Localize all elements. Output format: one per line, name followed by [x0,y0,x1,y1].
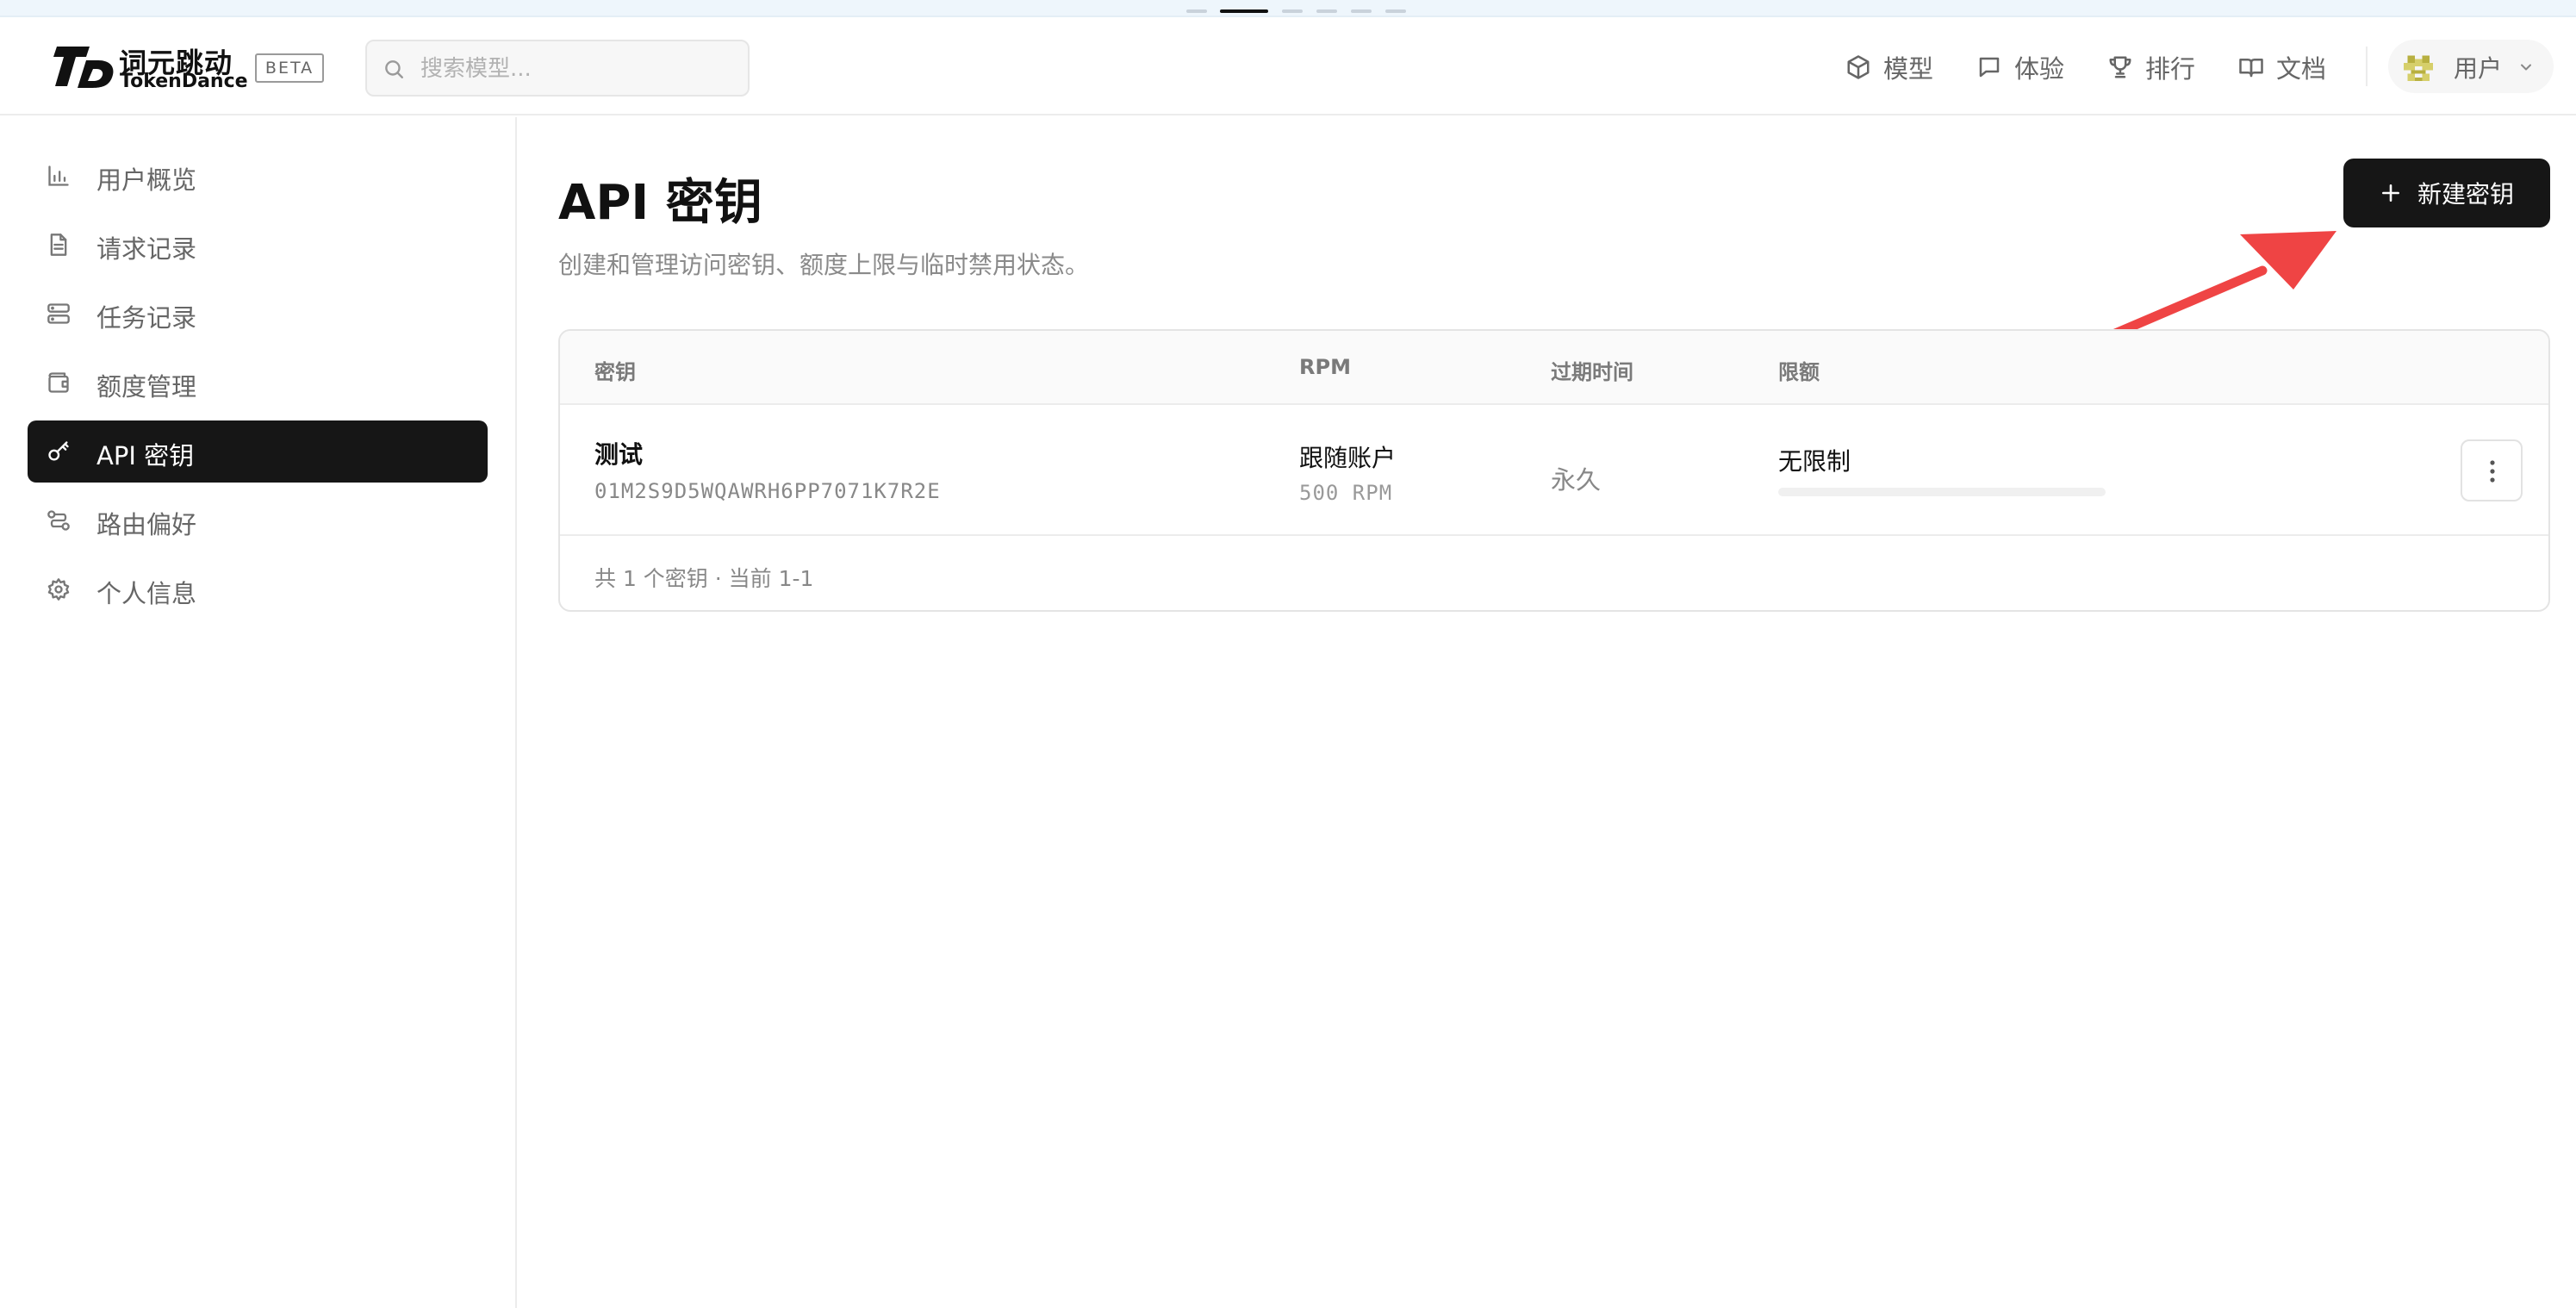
expiry-value: 永久 [1551,465,1602,495]
search-icon [385,60,403,78]
table-row[interactable]: 测试 01M2S9D5WQAWRH6PP7071K7R2E 跟随账户 500 R… [560,405,2548,536]
sidebar-item-label: 任务记录 [96,303,197,333]
page-indicator-dash[interactable] [1282,9,1303,13]
key-id: 01M2S9D5WQAWRH6PP7071K7R2E [594,479,941,503]
key-icon [48,441,69,461]
user-label: 用户 [2454,54,2503,83]
limit-value: 无限制 [1778,447,1851,476]
more-vertical-icon [2490,460,2495,483]
rpm-value: 500 RPM [1299,481,1393,505]
page-indicator-dash[interactable] [1385,9,1406,13]
browser-top-strip [0,0,2576,17]
page-indicator-dash[interactable] [1351,9,1372,13]
avatar [2404,52,2433,81]
new-key-button[interactable]: 新建密钥 [2343,159,2550,227]
sidebar-item-tasks[interactable]: 任务记录 [28,283,488,345]
table-footer-summary: 共 1 个密钥 · 当前 1-1 [594,566,814,591]
wallet-icon [48,372,69,393]
nav-ranking[interactable]: 排行 [2107,47,2195,88]
sidebar-item-quota[interactable]: 额度管理 [28,352,488,414]
nav-docs[interactable]: 文档 [2238,47,2326,88]
search-input[interactable] [420,50,731,88]
column-header-key: 密钥 [594,360,636,384]
cube-icon [1847,55,1870,79]
page-indicator-dash[interactable] [1316,9,1337,13]
user-menu-button[interactable]: 用户 [2388,40,2554,93]
plus-icon [2382,184,2399,202]
gear-icon [47,578,70,601]
limit-progress-bar [1778,488,2106,496]
sidebar: 用户概览 请求记录 任务记录 额度管理 API 密钥 路由偏好 个人信息 [0,117,517,1308]
page-indicator-dash-active[interactable] [1220,9,1268,13]
sidebar-item-label: 用户概览 [96,165,197,195]
sidebar-item-profile[interactable]: 个人信息 [28,558,488,620]
nav-divider [2366,47,2368,86]
nav-playground[interactable]: 体验 [1976,47,2064,88]
sidebar-item-label: 额度管理 [96,372,197,402]
trophy-icon [2109,56,2131,78]
sidebar-item-label: API 密钥 [96,441,195,470]
column-header-limit: 限额 [1778,360,1820,384]
new-key-button-label: 新建密钥 [2417,180,2514,209]
chat-bubble-icon [1979,57,2000,78]
document-icon [50,234,67,256]
sidebar-item-label: 请求记录 [96,234,197,264]
sidebar-item-label: 个人信息 [96,579,197,608]
route-icon [47,510,70,531]
table-header: 密钥 RPM 过期时间 限额 [560,331,2548,405]
beta-badge: BETA [255,53,324,83]
key-name: 测试 [594,440,644,469]
chevron-down-icon [2521,64,2531,71]
nav-docs-label: 文档 [2276,54,2327,84]
column-header-rpm: RPM [1299,355,1351,379]
brand-name-en: TokenDance [120,71,248,92]
search-box[interactable] [365,40,750,97]
bar-chart-icon [48,165,69,186]
server-icon [47,303,70,324]
nav-models[interactable]: 模型 [1845,47,1933,88]
sidebar-item-routing[interactable]: 路由偏好 [28,489,488,551]
nav-ranking-label: 排行 [2145,54,2196,84]
sidebar-item-api-keys[interactable]: API 密钥 [28,420,488,483]
book-icon [2239,59,2263,78]
tokendance-logo-icon[interactable] [52,43,115,90]
nav-models-label: 模型 [1883,54,1934,84]
sidebar-item-label: 路由偏好 [96,510,197,539]
page-title: API 密钥 [558,175,762,231]
top-header: 词元跳动 TokenDance BETA 模型 体验 排行 文档 用户 [0,17,2576,115]
sidebar-item-overview[interactable]: 用户概览 [28,145,488,207]
row-more-actions-button[interactable] [2461,439,2523,501]
page-subtitle: 创建和管理访问密钥、额度上限与临时禁用状态。 [558,251,1090,279]
nav-playground-label: 体验 [2014,54,2065,84]
sidebar-item-requests[interactable]: 请求记录 [28,214,488,276]
column-header-expiry: 过期时间 [1551,360,1633,384]
page-indicator-dash[interactable] [1186,9,1207,13]
api-keys-table: 密钥 RPM 过期时间 限额 测试 01M2S9D5WQAWRH6PP7071K… [558,329,2550,612]
rpm-mode: 跟随账户 [1299,444,1397,472]
